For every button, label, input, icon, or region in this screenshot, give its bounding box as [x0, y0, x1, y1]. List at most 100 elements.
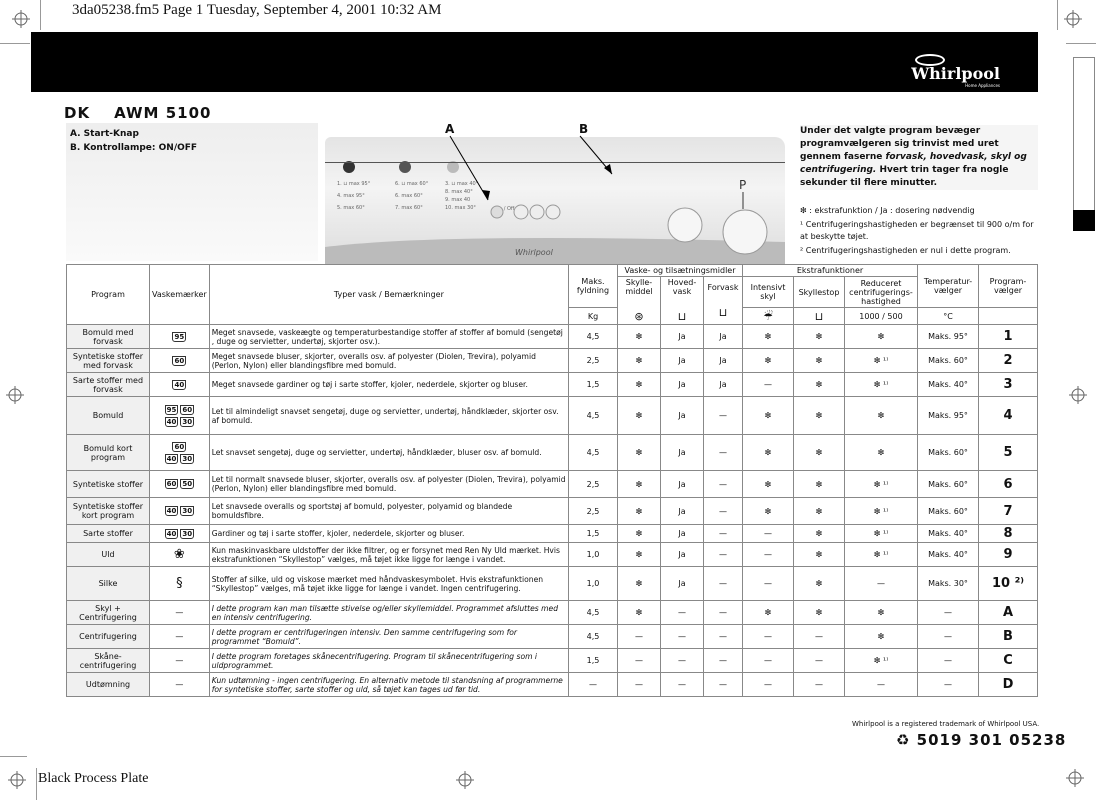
max-load: 1,0: [568, 542, 618, 567]
program-selector-number: A: [978, 600, 1038, 625]
table-row: Sarte stoffer med forvask 40 Meget snavsed…: [66, 372, 1038, 397]
note-extra-function: ❇ : ekstrafunktion / Ja : dosering nødve…: [800, 206, 975, 215]
program-selector-number: 6: [978, 470, 1038, 498]
note-2: ² Centrifugeringshastigheden er nul i de…: [800, 246, 1011, 255]
rinse-hold-value: ❇: [793, 600, 845, 625]
header-intensive-rinse: Intensivt skyl: [742, 275, 794, 309]
table-row: Bomuld 95 60 40 30 Let til almindeligt snavse…: [66, 396, 1038, 435]
temperature-value: Maks. 40°: [917, 542, 979, 567]
rinse-hold-value: ❇: [793, 542, 845, 567]
reduced-spin-value: ❇: [844, 600, 918, 625]
crop-mark-icon: [1069, 386, 1087, 404]
main-wash-value: Ja: [660, 434, 704, 471]
max-load: 2,5: [568, 470, 618, 498]
program-name: Sarte stoffer: [66, 524, 150, 543]
program-description: I dette program er centrifugeringen inte…: [208, 624, 570, 649]
program-selector-number: D: [978, 672, 1038, 697]
crop-mark-icon: [456, 771, 474, 789]
care-label-icon: 60: [172, 355, 187, 366]
table-row: Udtømning — Kun udtømning - ingen centrifu…: [66, 672, 1038, 697]
program-description: Gardiner og tøj i sarte stoffer, kjoler,…: [208, 524, 570, 543]
care-none: —: [175, 608, 184, 617]
reduced-spin-value: ❇: [844, 624, 918, 649]
care-label-icon: 60: [164, 479, 179, 489]
header-selector: Program-vælger: [978, 263, 1038, 309]
main-wash-value: Ja: [660, 372, 704, 397]
panel-legend: A. Start-Knap B. Kontrollampe: ON/OFF: [66, 123, 318, 261]
softener-value: ❇: [617, 372, 661, 397]
crop-mark-icon: [1066, 769, 1084, 787]
table-row: Bomuld med forvask 95 Meget snavsede, vask…: [66, 324, 1038, 349]
table-row: Syntetiske stoffer 60 50 Let til normalt sn…: [66, 470, 1038, 498]
program-name: Silke: [66, 566, 150, 601]
program-selector-number: 3: [978, 372, 1038, 397]
program-selector-number: 7: [978, 497, 1038, 525]
rinse-hold-value: ❇: [793, 434, 845, 471]
program-description: I dette program kan man tilsætte stivels…: [208, 600, 570, 625]
softener-value: ❇: [617, 497, 661, 525]
program-name: Syntetiske stoffer kort program: [66, 497, 150, 525]
header-detergent: Vaske- og tilsætningsmidler: [617, 264, 743, 277]
care-labels: 40: [149, 372, 210, 397]
silk-handwash-icon: §: [176, 576, 183, 591]
care-label-icon: 60: [172, 441, 187, 452]
header-extra: Ekstrafunktioner: [742, 264, 918, 277]
temperature-value: Maks. 40°: [917, 524, 979, 543]
intensive-rinse-value: —: [742, 672, 794, 697]
temperature-value: Maks. 60°: [917, 497, 979, 525]
care-labels: 60: [149, 348, 210, 373]
temperature-value: Maks. 40°: [917, 372, 979, 397]
main-wash-value: Ja: [660, 542, 704, 567]
header-temp: Temperatur-vælger: [917, 263, 979, 309]
rinse-hold-icon: ⊔: [793, 307, 845, 325]
softener-value: ❇: [617, 324, 661, 349]
prewash-value: —: [703, 396, 743, 435]
main-wash-value: —: [660, 648, 704, 673]
intensive-rinse-value: —: [742, 372, 794, 397]
care-label-icon: 30: [180, 453, 195, 464]
table-row: Sarte stoffer 40 30 Gardiner og tøj i sarte…: [66, 524, 1038, 543]
header-main-wash: Hoved-vask ⊔: [660, 276, 704, 325]
table-row: Uld ❀ Kun maskinvaskbare uldstoffer der ik…: [66, 542, 1038, 567]
intensive-rinse-value: ❇: [742, 600, 794, 625]
prewash-value: —: [703, 470, 743, 498]
reduced-spin-value: ❇: [844, 434, 918, 471]
care-labels: —: [149, 600, 210, 625]
temperature-value: Maks. 60°: [917, 470, 979, 498]
program-name: Syntetiske stoffer med forvask: [66, 348, 150, 373]
table-row: Syntetiske stoffer kort program 40 30 Let s…: [66, 497, 1038, 525]
prewash-value: —: [703, 624, 743, 649]
temperature-value: —: [917, 624, 979, 649]
prewash-value: Ja: [703, 324, 743, 349]
program-selector-number: 5: [978, 434, 1038, 471]
svg-text:6. max 60°: 6. max 60°: [395, 193, 423, 199]
trim-line: [36, 768, 37, 800]
max-load: 2,5: [568, 497, 618, 525]
main-wash-value: Ja: [660, 566, 704, 601]
header-program: Program: [66, 264, 150, 325]
callout-arrows: [449, 135, 613, 201]
main-wash-value: Ja: [660, 396, 704, 435]
crop-mark-icon: [12, 10, 30, 28]
main-wash-value: Ja: [660, 470, 704, 498]
care-labels: ❀: [149, 542, 210, 567]
prewash-value: —: [703, 648, 743, 673]
care-label-icon: 60: [180, 404, 195, 415]
prewash-value: —: [703, 524, 743, 543]
max-load: 4,5: [568, 600, 618, 625]
reduced-spin-value: ❇ ¹⁾: [844, 470, 918, 498]
max-load: —: [568, 672, 618, 697]
svg-text:7. max 60°: 7. max 60°: [395, 205, 423, 211]
prewash-value: —: [703, 600, 743, 625]
program-name: Udtømning: [66, 672, 150, 697]
main-wash-value: Ja: [660, 497, 704, 525]
program-description: Let til almindeligt snavset sengetøj, du…: [208, 396, 570, 435]
recycle-icon: ♻: [896, 731, 917, 749]
care-labels: 95 60 40 30: [149, 396, 210, 435]
rinse-hold-value: ❇: [793, 372, 845, 397]
program-selector-number: 1: [978, 324, 1038, 349]
care-labels: 40 30: [149, 497, 210, 525]
softener-value: ❇: [617, 566, 661, 601]
svg-text:Whirlpool: Whirlpool: [515, 248, 554, 257]
print-header: 3da05238.fm5 Page 1 Tuesday, September 4…: [72, 2, 442, 18]
